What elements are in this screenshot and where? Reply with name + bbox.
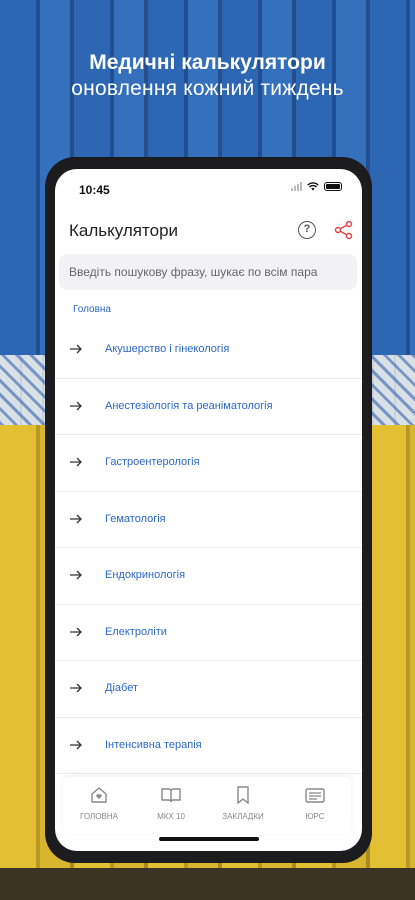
status-bar: 10:45 (55, 169, 362, 205)
list-item-label: Електроліти (105, 625, 167, 638)
breadcrumb[interactable]: Головна (73, 304, 111, 315)
promo-headline: Медичні калькулятори оновлення кожний ти… (0, 50, 415, 102)
arrow-right-icon (70, 457, 82, 467)
arrow-right-icon (70, 683, 82, 693)
home-indicator[interactable] (159, 837, 259, 841)
tab-label: ЗАКЛАДКИ (222, 812, 264, 821)
list-item[interactable]: Гематологія (55, 492, 362, 548)
list-item[interactable]: Електроліти (55, 605, 362, 661)
help-icon[interactable]: ? (298, 221, 316, 239)
arrow-right-icon (70, 344, 82, 354)
arrow-right-icon (70, 514, 82, 523)
list-item[interactable]: Діабет (55, 661, 362, 718)
list-item-label: Діабет (105, 682, 138, 694)
tab-jurs[interactable]: ЮРС (279, 777, 351, 833)
list-item[interactable]: Акушерство і гінекологія (55, 322, 362, 379)
list-item[interactable]: Гастроентерологія (55, 435, 362, 492)
list-item-label: Інтенсивна терапія (105, 738, 202, 751)
page-title: Калькулятори (69, 221, 179, 240)
tab-bookmarks[interactable]: ЗАКЛАДКИ (207, 777, 279, 833)
headline-subtitle: оновлення кожний тиждень (71, 77, 344, 100)
tab-label: ГОЛОВНА (80, 812, 118, 821)
arrow-right-icon (70, 740, 82, 749)
tab-label: МКХ 10 (157, 812, 185, 821)
tab-icd10[interactable]: МКХ 10 (135, 777, 207, 833)
app-bar: Калькулятори ? (55, 205, 362, 251)
home-heart-icon (91, 787, 107, 803)
list-item-label: Акушерство і гінекологія (105, 343, 230, 355)
search-input[interactable] (59, 254, 357, 290)
list-item[interactable]: Ендокринологія (55, 548, 362, 605)
list-item-label: Анестезіологія та реаніматологія (105, 399, 273, 412)
list-item[interactable]: Анестезіологія та реаніматологія (55, 379, 362, 435)
signal-icon (291, 182, 302, 191)
headline-title: Медичні калькулятори (89, 51, 326, 74)
wifi-icon (307, 182, 319, 191)
battery-icon (324, 182, 342, 191)
arrow-right-icon (70, 627, 82, 636)
list-item[interactable]: Інтенсивна терапія (55, 718, 362, 774)
arrow-right-icon (70, 401, 82, 410)
list-item-label: Гематологія (105, 512, 166, 525)
category-list: Акушерство і гінекологія Анестезіологія … (55, 322, 362, 774)
document-list-icon (305, 788, 325, 803)
share-icon[interactable] (334, 220, 354, 240)
arrow-right-icon (70, 570, 82, 580)
book-icon (161, 788, 181, 803)
app-screen: 10:45 Калькулятори ? Головна Ак (55, 169, 362, 851)
bookmark-icon (237, 786, 249, 805)
list-item-label: Гастроентерологія (105, 456, 200, 468)
tab-home[interactable]: ГОЛОВНА (63, 777, 135, 833)
phone-frame: 10:45 Калькулятори ? Головна Ак (45, 157, 372, 863)
list-item-label: Ендокринологія (105, 569, 186, 581)
bottom-tab-bar: ГОЛОВНА МКХ 10 ЗАКЛАДКИ ЮРС (63, 777, 351, 833)
status-time: 10:45 (79, 183, 110, 197)
tab-label: ЮРС (305, 812, 325, 821)
